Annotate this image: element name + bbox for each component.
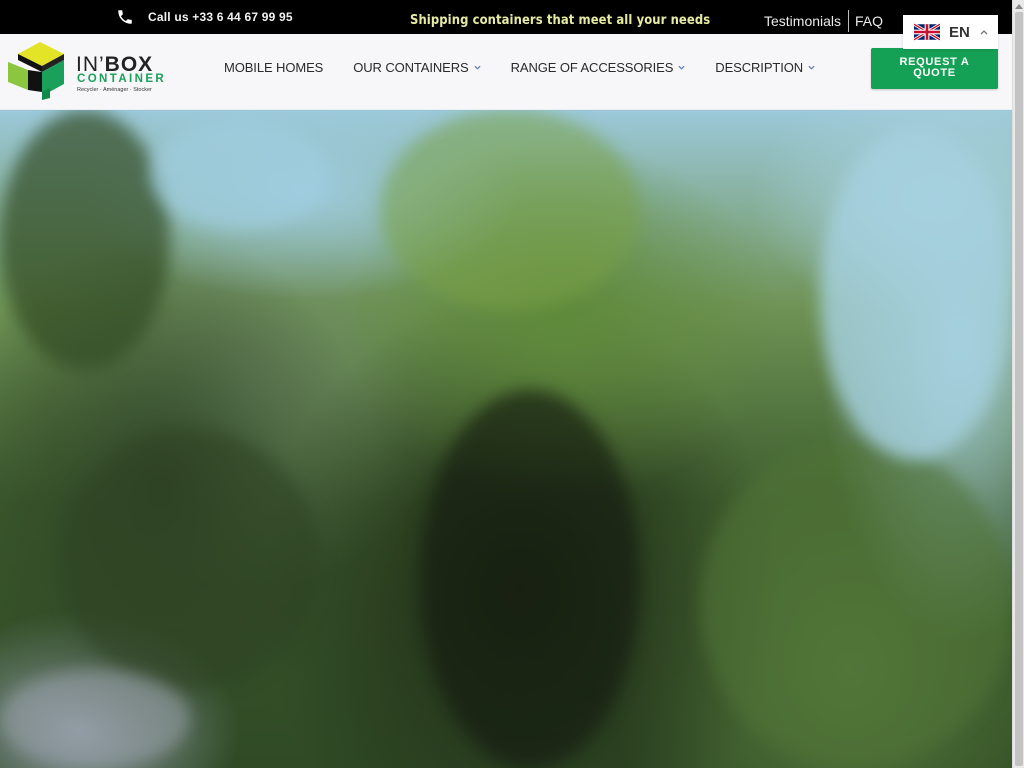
uk-flag-icon — [914, 23, 940, 41]
nav-label: RANGE OF ACCESSORIES — [510, 60, 674, 75]
testimonials-link[interactable]: Testimonials — [764, 13, 841, 29]
nav-item-mobile-homes[interactable]: MOBILE HOMES — [224, 60, 323, 75]
nav-item-description[interactable]: DESCRIPTION — [715, 60, 815, 75]
button-label-line2: QUOTE — [913, 67, 956, 79]
phone-contact[interactable]: Call us +33 6 44 67 99 95 — [116, 8, 293, 26]
header-tagline: Shipping containers that meet all your n… — [410, 12, 711, 28]
logo-container-icon — [8, 42, 64, 100]
top-links: Testimonials FAQ — [764, 10, 883, 32]
main-nav: MOBILE HOMES OUR CONTAINERS RANGE OF ACC… — [224, 60, 845, 75]
scroll-up-arrow[interactable] — [1013, 0, 1024, 12]
request-quote-button[interactable]: REQUEST A QUOTE — [871, 48, 998, 89]
chevron-down-icon — [808, 65, 815, 70]
nav-label: OUR CONTAINERS — [353, 60, 469, 75]
phone-number: Call us +33 6 44 67 99 95 — [148, 10, 293, 24]
chevron-up-icon — [980, 29, 988, 34]
sky-patch — [820, 130, 1010, 460]
ground-patch — [0, 670, 190, 768]
page: Call us +33 6 44 67 99 95 Shipping conta… — [0, 0, 1012, 768]
nav-item-our-containers[interactable]: OUR CONTAINERS — [353, 60, 481, 75]
logo-subtitle: CONTAINER — [77, 73, 167, 85]
top-bar: Call us +33 6 44 67 99 95 Shipping conta… — [0, 0, 1012, 34]
foliage-shape — [700, 440, 1012, 768]
chevron-down-icon — [474, 65, 481, 70]
foliage-shape — [60, 430, 320, 690]
logo[interactable]: IN’BOX CONTAINER Recycler · Aménager · S… — [6, 40, 164, 100]
scrollbar-thumb[interactable] — [1015, 12, 1023, 766]
vertical-scrollbar[interactable] — [1012, 0, 1024, 768]
hero-background-image — [0, 110, 1012, 768]
sky-patch — [150, 120, 330, 230]
phone-icon — [118, 10, 132, 24]
faq-link[interactable]: FAQ — [855, 13, 883, 29]
link-divider — [848, 10, 850, 32]
chevron-down-icon — [678, 65, 685, 70]
nav-item-range-of-accessories[interactable]: RANGE OF ACCESSORIES — [511, 60, 686, 75]
main-header: IN’BOX CONTAINER Recycler · Aménager · S… — [0, 34, 1012, 110]
foliage-shape — [380, 110, 640, 310]
logo-tagline: Recycler · Aménager · Stocker — [77, 87, 152, 93]
language-selector[interactable]: EN — [903, 15, 998, 49]
nav-label: DESCRIPTION — [715, 60, 804, 75]
language-code: EN — [949, 23, 970, 41]
nav-label: MOBILE HOMES — [224, 60, 324, 75]
arrow-up-icon — [1015, 3, 1023, 9]
foliage-shape — [420, 390, 640, 768]
foliage-shape — [0, 110, 170, 370]
